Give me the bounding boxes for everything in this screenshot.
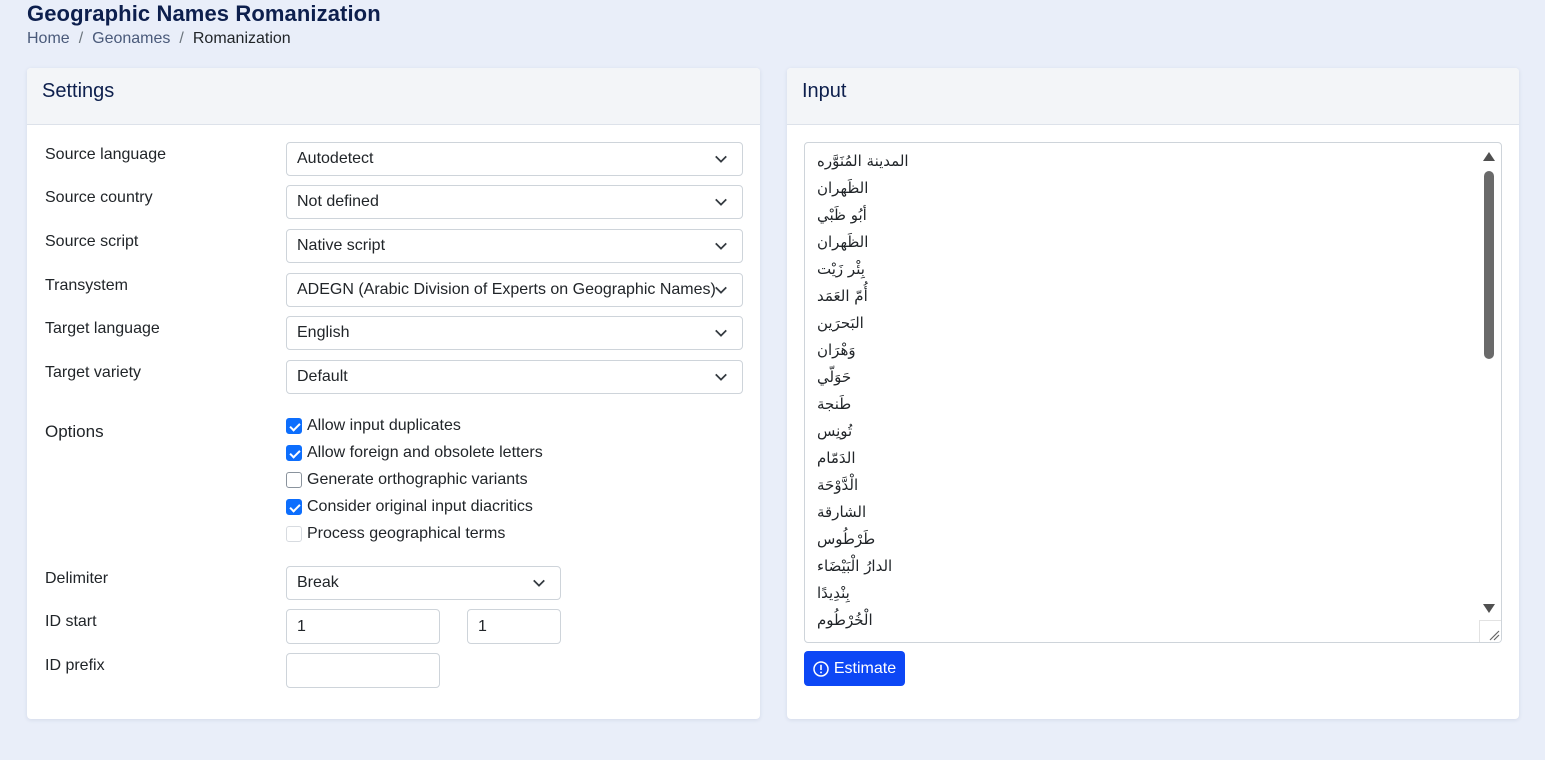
option-generate-orthographic-variants[interactable]: Generate orthographic variants xyxy=(286,470,528,490)
checkbox-checked[interactable] xyxy=(286,418,302,434)
id-start-input[interactable]: 1 xyxy=(286,609,440,644)
option-process-geographical-terms: Process geographical terms xyxy=(286,524,505,544)
id-prefix-label: ID prefix xyxy=(45,657,105,674)
scroll-down-arrow-icon[interactable] xyxy=(1482,603,1496,615)
input-line: الشارقة xyxy=(817,503,867,521)
source-language-label: Source language xyxy=(45,146,166,163)
id-step-input[interactable]: 1 xyxy=(467,609,561,644)
input-line: الْخُرْطُوم xyxy=(817,611,873,629)
option-label: Consider original input diacritics xyxy=(307,498,533,515)
target-variety-value: Default xyxy=(297,368,348,385)
input-line: وَهْرَان xyxy=(817,341,856,359)
target-variety-label: Target variety xyxy=(45,364,142,381)
scrollbar-thumb[interactable] xyxy=(1484,171,1494,359)
option-consider-diacritics[interactable]: Consider original input diacritics xyxy=(286,497,533,517)
scroll-up-arrow-icon[interactable] xyxy=(1482,150,1496,162)
chevron-down-icon xyxy=(715,286,727,294)
breadcrumb-geonames[interactable]: Geonames xyxy=(92,30,170,48)
source-script-label: Source script xyxy=(45,233,139,250)
target-language-select[interactable]: English xyxy=(286,316,743,350)
settings-card: Settings Source language Autodetect Sour… xyxy=(27,68,760,719)
input-line: طَرْطُوس xyxy=(817,530,876,548)
source-country-value: Not defined xyxy=(297,193,379,210)
source-country-select[interactable]: Not defined xyxy=(286,185,743,219)
option-label: Generate orthographic variants xyxy=(307,471,528,488)
source-country-label: Source country xyxy=(45,189,153,206)
delimiter-select[interactable]: Break xyxy=(286,566,561,600)
input-line: بِئْر زَيْت xyxy=(817,260,865,278)
chevron-down-icon xyxy=(715,373,727,381)
input-line: الدَمّام xyxy=(817,449,856,467)
chevron-down-icon xyxy=(715,155,727,163)
option-allow-foreign-letters[interactable]: Allow foreign and obsolete letters xyxy=(286,443,543,463)
breadcrumb-separator: / xyxy=(78,30,84,47)
option-label: Allow input duplicates xyxy=(307,417,461,434)
page-title: Geographic Names Romanization xyxy=(27,1,381,26)
source-language-value: Autodetect xyxy=(297,150,374,167)
chevron-down-icon xyxy=(533,579,545,587)
transystem-select[interactable]: ADEGN (Arabic Division of Experts on Geo… xyxy=(286,273,743,307)
checkbox-disabled xyxy=(286,526,302,542)
source-script-select[interactable]: Native script xyxy=(286,229,743,263)
chevron-down-icon xyxy=(715,198,727,206)
delimiter-label: Delimiter xyxy=(45,570,109,587)
estimate-button-label: Estimate xyxy=(833,659,897,677)
breadcrumb: Home / Geonames / Romanization xyxy=(27,30,291,48)
breadcrumb-separator: / xyxy=(179,30,184,47)
input-line: الظَهران xyxy=(817,179,869,197)
id-start-label: ID start xyxy=(45,613,97,630)
exclamation-circle-icon xyxy=(813,660,829,677)
option-allow-input-duplicates[interactable]: Allow input duplicates xyxy=(286,416,461,436)
input-lines: المدينة المُنَوَّره الظَهران أبُو ظَبْي … xyxy=(817,149,1477,635)
option-label: Process geographical terms xyxy=(307,525,506,542)
estimate-button[interactable]: Estimate xyxy=(804,651,905,686)
input-line: الظَهران xyxy=(817,233,869,251)
input-line: طَنجة xyxy=(817,395,852,413)
checkbox-checked[interactable] xyxy=(286,445,302,461)
input-textarea[interactable]: المدينة المُنَوَّره الظَهران أبُو ظَبْي … xyxy=(804,142,1502,643)
breadcrumb-current: Romanization xyxy=(192,30,291,47)
transystem-value: ADEGN (Arabic Division of Experts on Geo… xyxy=(297,281,716,298)
input-line: الْدَّوْحَة xyxy=(817,476,859,494)
resize-grip-icon xyxy=(1489,630,1500,641)
input-line: تُونِس xyxy=(817,422,853,440)
input-line: المدينة المُنَوَّره xyxy=(817,152,909,170)
input-line: حَوَلّي xyxy=(817,368,852,386)
input-line: بِنْدِيدًا xyxy=(817,584,850,602)
settings-header: Settings xyxy=(27,68,760,125)
chevron-down-icon xyxy=(715,329,727,337)
input-line: الدارُ الْبَيْضَاء xyxy=(817,557,893,575)
options-label: Options xyxy=(45,422,104,441)
textarea-scrollbar[interactable] xyxy=(1479,145,1499,621)
option-label: Allow foreign and obsolete letters xyxy=(307,444,543,461)
input-line: أبُو ظَبْي xyxy=(817,206,867,224)
breadcrumb-home[interactable]: Home xyxy=(27,30,70,48)
target-language-value: English xyxy=(297,324,350,341)
delimiter-value: Break xyxy=(297,574,339,591)
target-language-label: Target language xyxy=(45,320,160,337)
resize-handle[interactable] xyxy=(1479,620,1501,642)
input-header: Input xyxy=(787,68,1519,125)
id-prefix-input[interactable] xyxy=(286,653,440,688)
checkbox-checked[interactable] xyxy=(286,499,302,515)
checkbox-unchecked[interactable] xyxy=(286,472,302,488)
input-card: Input المدينة المُنَوَّره الظَهران أبُو … xyxy=(787,68,1519,719)
source-script-value: Native script xyxy=(297,237,386,254)
target-variety-select[interactable]: Default xyxy=(286,360,743,394)
input-line: البَحرَين xyxy=(817,314,864,332)
input-line: أُمّ العَمَد xyxy=(817,287,868,305)
transystem-label: Transystem xyxy=(45,277,128,294)
source-language-select[interactable]: Autodetect xyxy=(286,142,743,176)
chevron-down-icon xyxy=(715,242,727,250)
